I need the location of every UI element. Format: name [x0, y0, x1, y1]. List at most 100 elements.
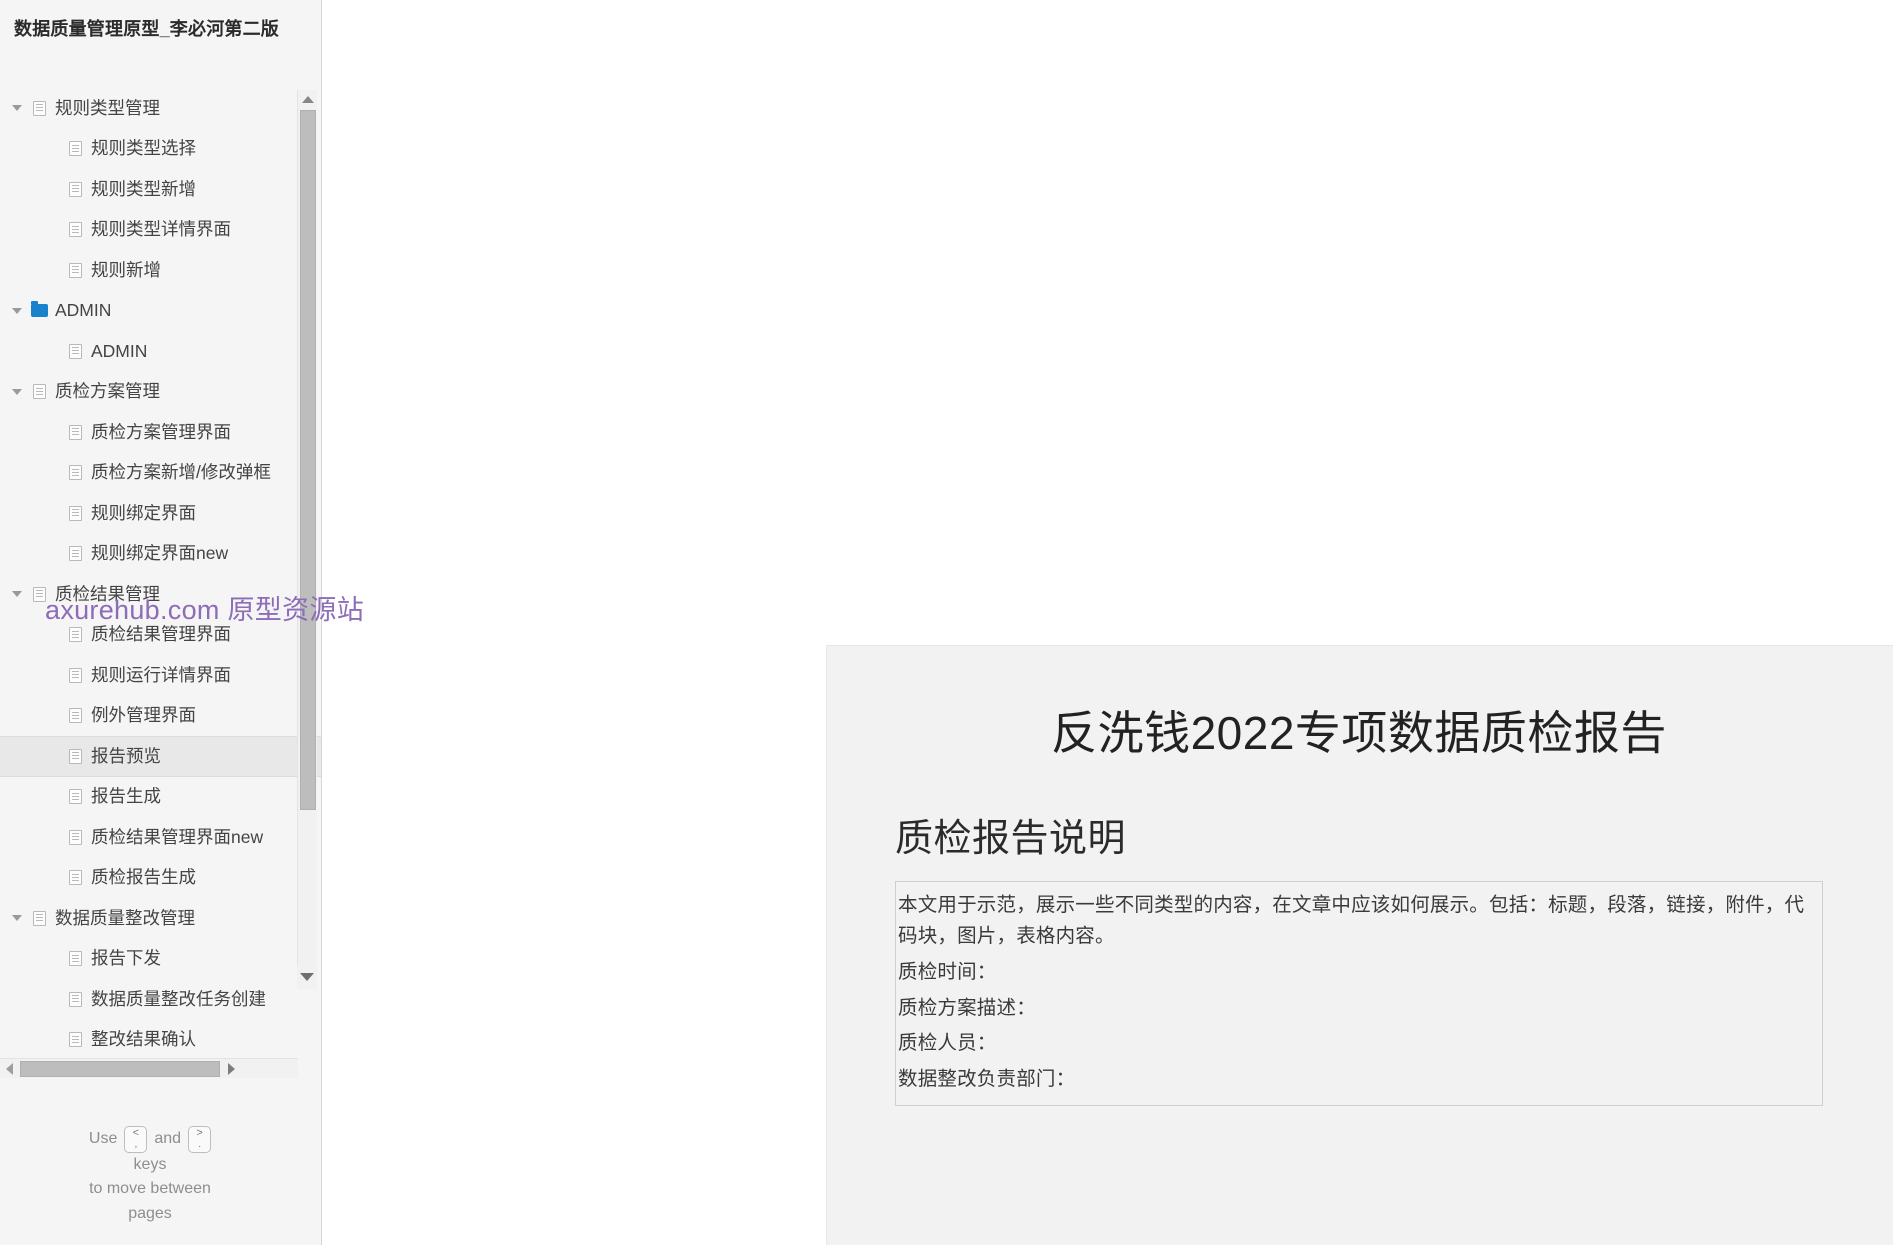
- tree-item-19[interactable]: 质检报告生成: [0, 858, 321, 899]
- tree-item-10[interactable]: 规则绑定界面: [0, 493, 321, 534]
- scroll-left-arrow-icon[interactable]: [0, 1059, 18, 1079]
- tree-item-15[interactable]: 例外管理界面: [0, 696, 321, 737]
- sidebar: 数据质量管理原型_李必河第二版 规则类型管理规则类型选择规则类型新增规则类型详情…: [0, 0, 322, 1245]
- tree-item-2[interactable]: 规则类型新增: [0, 169, 321, 210]
- page-icon: [62, 262, 88, 278]
- page-icon: [62, 627, 88, 643]
- tree-item-selected[interactable]: 报告预览: [0, 736, 321, 777]
- page-icon: [26, 100, 52, 116]
- tree-item-label: 规则类型新增: [91, 178, 196, 199]
- horizontal-scroll-thumb[interactable]: [20, 1061, 220, 1077]
- caret-down-icon[interactable]: [8, 302, 26, 320]
- tree-item-label: 质检结果管理界面new: [91, 826, 264, 847]
- caret-spacer: [44, 423, 62, 441]
- page-icon-glyph: [68, 1032, 82, 1048]
- caret-spacer: [44, 828, 62, 846]
- tree-item-11[interactable]: 规则绑定界面new: [0, 534, 321, 575]
- page-icon-glyph: [68, 789, 82, 805]
- page-icon: [62, 951, 88, 967]
- tree-item-label: 规则类型管理: [55, 97, 160, 118]
- tree-item-6[interactable]: ADMIN: [0, 331, 321, 372]
- tree-item-23[interactable]: 整改结果确认: [0, 1020, 321, 1061]
- page-icon: [62, 141, 88, 157]
- page-icon-glyph: [32, 586, 46, 602]
- tree-item-13[interactable]: 质检结果管理界面: [0, 615, 321, 656]
- tree-item-21[interactable]: 报告下发: [0, 939, 321, 980]
- page-icon-glyph: [32, 910, 46, 926]
- caret-spacer: [44, 261, 62, 279]
- tree-item-1[interactable]: 规则类型选择: [0, 129, 321, 170]
- tree-item-8[interactable]: 质检方案管理界面: [0, 412, 321, 453]
- page-icon: [26, 910, 52, 926]
- caret-spacer: [44, 950, 62, 968]
- tree-item-7[interactable]: 质检方案管理: [0, 372, 321, 413]
- keyboard-navigation-hint: Use < , and > . keys to move between pag…: [0, 1125, 300, 1227]
- page-icon-glyph: [68, 708, 82, 724]
- caret-spacer: [44, 626, 62, 644]
- caret-spacer: [44, 545, 62, 563]
- page-icon: [62, 424, 88, 440]
- next-key-bottom-glyph: .: [198, 1139, 201, 1151]
- tree-item-20[interactable]: 数据质量整改管理: [0, 898, 321, 939]
- tree-item-18[interactable]: 质检结果管理界面new: [0, 817, 321, 858]
- tree-item-label: 规则运行详情界面: [91, 664, 231, 685]
- tree-item-label: ADMIN: [55, 300, 112, 320]
- tree-item-17[interactable]: 报告生成: [0, 777, 321, 818]
- page-icon-glyph: [68, 141, 82, 157]
- page-icon-glyph: [68, 951, 82, 967]
- tree-item-14[interactable]: 规则运行详情界面: [0, 655, 321, 696]
- tree-item-5[interactable]: ADMIN: [0, 291, 321, 332]
- tree-item-12[interactable]: 质检结果管理: [0, 574, 321, 615]
- report-section-heading: 质检报告说明: [895, 818, 1127, 861]
- tree-item-label: 质检方案新增/修改弹框: [91, 462, 271, 482]
- page-icon: [62, 181, 88, 197]
- scroll-right-arrow-icon[interactable]: [222, 1059, 240, 1079]
- tree-item-label: ADMIN: [91, 340, 148, 361]
- sidebar-horizontal-scrollbar[interactable]: [0, 1058, 298, 1078]
- tree-item-label: 规则新增: [91, 259, 161, 280]
- hint-and-label: and: [154, 1129, 182, 1147]
- app-root: 数据质量管理原型_李必河第二版 规则类型管理规则类型选择规则类型新增规则类型详情…: [0, 0, 1893, 1245]
- tree-item-label: 规则绑定界面: [91, 502, 196, 523]
- page-icon-glyph: [68, 748, 82, 764]
- report-body-textbox[interactable]: 本文用于示范，展示一些不同类型的内容，在文章中应该如何展示。包括：标题，段落，链…: [895, 880, 1823, 1107]
- page-icon: [62, 1032, 88, 1048]
- caret-spacer: [44, 1031, 62, 1049]
- caret-spacer: [44, 504, 62, 522]
- caret-spacer: [44, 666, 62, 684]
- caret-spacer: [44, 180, 62, 198]
- page-tree-viewport[interactable]: 规则类型管理规则类型选择规则类型新增规则类型详情界面 规则新增 ADMIN ADMIN…: [0, 88, 321, 1066]
- page-icon: [62, 748, 88, 764]
- tree-item-4[interactable]: 规则新增: [0, 250, 321, 291]
- page-icon-glyph: [68, 505, 82, 521]
- caret-down-icon[interactable]: [8, 99, 26, 117]
- tree-item-label: 报告下发: [91, 948, 161, 968]
- report-field-plan-description: 质检方案描述：: [898, 996, 1036, 1019]
- folder-icon: [26, 300, 52, 318]
- caret-spacer: [44, 707, 62, 725]
- page-icon: [62, 505, 88, 521]
- hint-line-4: pages: [128, 1205, 172, 1223]
- scroll-down-arrow-button[interactable]: [297, 965, 317, 989]
- tree-item-label: 质检方案管理界面: [91, 421, 231, 442]
- caret-down-icon[interactable]: [8, 909, 26, 927]
- tree-item-label: 报告预览: [91, 745, 161, 766]
- sidebar-vertical-scrollbar[interactable]: [297, 90, 317, 972]
- caret-spacer: [44, 342, 62, 360]
- page-icon-glyph: [68, 465, 82, 481]
- scroll-up-arrow-icon[interactable]: [298, 90, 318, 108]
- tree-item-0[interactable]: 规则类型管理: [0, 88, 321, 129]
- folder-icon-glyph: [30, 300, 48, 318]
- page-icon: [26, 586, 52, 602]
- tree-item-label: 规则类型详情界面: [91, 219, 231, 239]
- page-icon-glyph: [68, 667, 82, 683]
- tree-item-3[interactable]: 规则类型详情界面: [0, 210, 321, 251]
- page-icon-glyph: [32, 100, 46, 116]
- tree-item-label: 质检方案管理: [55, 381, 160, 401]
- vertical-scroll-thumb[interactable]: [300, 110, 316, 810]
- project-title: 数据质量管理原型_李必河第二版: [14, 19, 280, 39]
- tree-item-22[interactable]: 数据质量整改任务创建: [0, 979, 321, 1020]
- caret-down-icon[interactable]: [8, 585, 26, 603]
- tree-item-9[interactable]: 质检方案新增/修改弹框: [0, 453, 321, 494]
- caret-down-icon[interactable]: [8, 383, 26, 401]
